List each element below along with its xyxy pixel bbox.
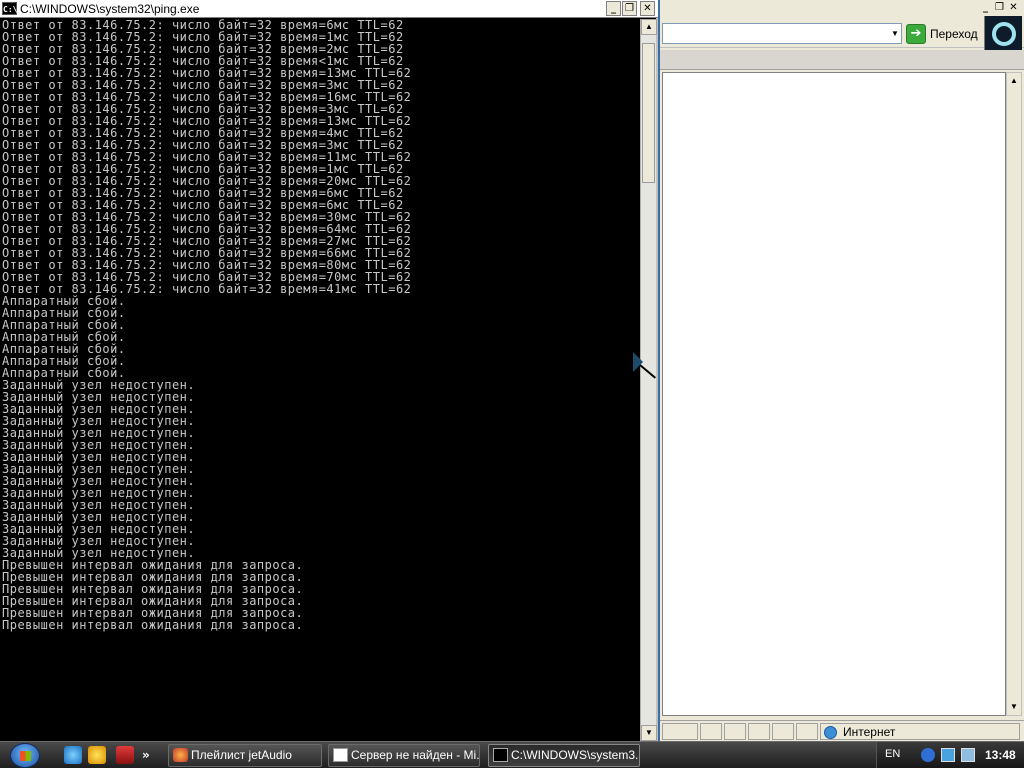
status-cell [796,723,818,740]
browser-window[interactable]: _ ❐ ✕ ▼ ➔ Переход ▲ ▼ Интернет [660,0,1024,741]
address-input[interactable]: ▼ [662,23,902,44]
browser-scroll-up-arrow[interactable]: ▲ [1007,73,1021,89]
close-button[interactable]: ✕ [640,1,655,16]
status-cell [700,723,722,740]
acrobat-quicklaunch-icon[interactable] [116,746,134,764]
browser-scroll-down-arrow[interactable]: ▼ [1007,699,1021,715]
clock[interactable]: 13:48 [985,748,1016,762]
browser-maximize-button[interactable]: ❐ [992,1,1007,16]
volume-icon[interactable] [961,748,975,762]
browser-page-content[interactable] [662,72,1006,716]
console-scrollbar[interactable]: ▲ ▼ [640,19,657,741]
system-tray: EN 13:48 [876,742,1024,768]
ring-icon [992,22,1016,46]
status-cell [748,723,770,740]
scroll-down-arrow[interactable]: ▼ [641,725,657,741]
ie-quicklaunch-icon[interactable] [64,746,82,764]
go-arrow-icon[interactable]: ➔ [906,24,926,44]
console-window[interactable]: C:\ C:\WINDOWS\system32\ping.exe _ ❐ ✕ О… [0,0,658,741]
address-bar: ▼ ➔ Переход [660,20,1024,48]
scroll-up-arrow[interactable]: ▲ [641,19,657,35]
console-output[interactable]: Ответ от 83.146.75.2: число байт=32 врем… [2,19,638,739]
task-label: Сервер не найден - Mi... [351,748,480,762]
maximize-button[interactable]: ❐ [622,1,637,16]
security-zone: Интернет [820,723,1020,740]
jetaudio-icon [173,748,188,762]
browser-scrollbar[interactable]: ▲ ▼ [1006,72,1022,716]
status-cell [772,723,794,740]
console-icon [493,748,508,762]
task-button-console[interactable]: C:\WINDOWS\system3... [488,744,640,767]
mouse-cursor-icon [633,352,643,372]
browser-status-bar: Интернет [660,720,1024,741]
taskbar: » Плейлист jetAudio Сервер не найден - M… [0,741,1024,768]
task-button-jetaudio[interactable]: Плейлист jetAudio [168,744,322,767]
console-title: C:\WINDOWS\system32\ping.exe [20,2,200,16]
network-icon[interactable] [941,748,955,762]
task-label: Плейлист jetAudio [191,748,292,762]
minimize-button[interactable]: _ [606,1,621,16]
task-label: C:\WINDOWS\system3... [511,748,640,762]
console-line: Превышен интервал ожидания для запроса. [2,618,304,632]
browser-logo [984,16,1022,52]
windows-flag-icon [20,751,31,761]
globe-icon [824,726,837,739]
skype-icon[interactable] [921,748,935,762]
console-title-bar[interactable]: C:\ C:\WINDOWS\system32\ping.exe _ ❐ ✕ [0,0,658,18]
browser-close-button[interactable]: ✕ [1006,1,1021,16]
browser-toolbar-strip [660,50,1024,70]
task-button-browser[interactable]: Сервер не найден - Mi... [328,744,480,767]
address-dropdown-icon[interactable]: ▼ [889,25,901,42]
browser-title-bar[interactable]: _ ❐ ✕ [660,0,1024,18]
quicklaunch-more-button[interactable]: » [142,746,152,764]
language-indicator[interactable]: EN [885,748,900,760]
status-cell [662,723,698,740]
security-zone-label: Интернет [843,725,896,739]
page-icon [333,748,348,762]
scrollbar-thumb[interactable] [642,43,655,183]
console-icon: C:\ [2,2,17,15]
start-button[interactable] [10,743,40,768]
status-cell [724,723,746,740]
media-quicklaunch-icon[interactable] [88,746,106,764]
go-button[interactable]: Переход [930,27,978,41]
browser-minimize-button[interactable]: _ [978,1,993,16]
